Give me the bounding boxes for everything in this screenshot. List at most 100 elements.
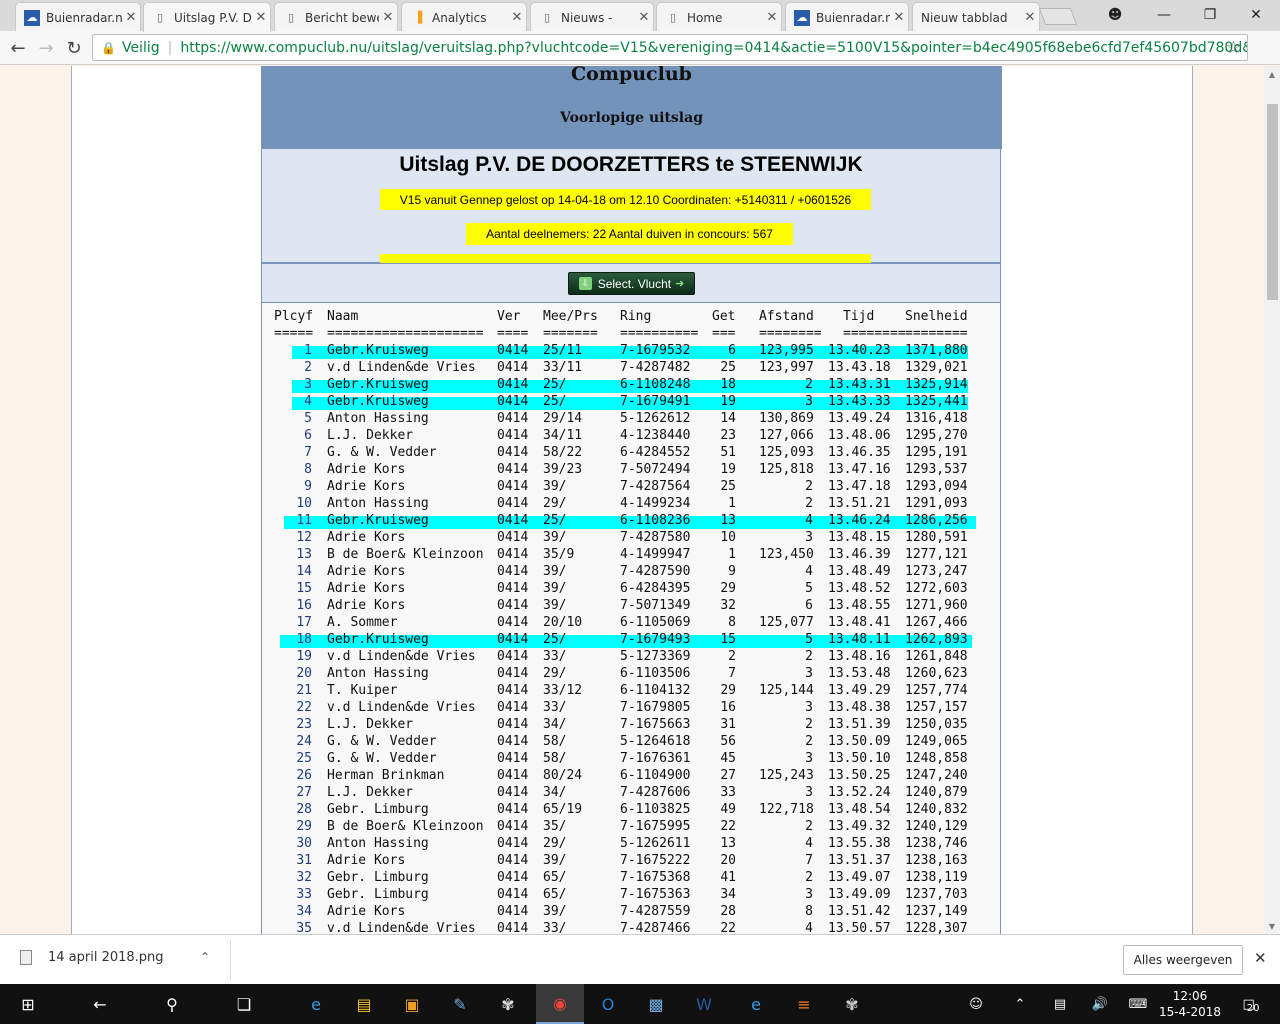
cell-get: 9	[728, 564, 736, 579]
app-sc-icon[interactable]: ▩	[632, 984, 680, 1024]
vertical-scrollbar[interactable]: ▲ ▼	[1264, 66, 1280, 934]
clock-time: 12:06	[1172, 989, 1208, 1003]
table-row: 23 L.J. Dekker 0414 34/7-1675663 31 2 13.51.39…	[262, 717, 1002, 734]
tab-5[interactable]: ▯ Nieuws - ✕	[530, 2, 654, 32]
cell-snelheid: 1273,247	[905, 564, 968, 579]
cell-afstand: 2	[805, 870, 813, 885]
close-tab-icon[interactable]: ✕	[379, 10, 397, 25]
cell-get: 49	[720, 802, 736, 817]
cell-snelheid: 1271,960	[905, 598, 968, 613]
close-tab-icon[interactable]: ✕	[635, 10, 653, 25]
cell-ver: 0414	[497, 683, 529, 698]
word-icon[interactable]: W	[680, 984, 728, 1024]
cell-tijd: 13.49.07	[828, 870, 891, 885]
forward-button[interactable]: →	[32, 34, 60, 62]
keyboard-icon[interactable]: ⌨	[1124, 984, 1152, 1024]
download-item[interactable]: 14 april 2018.png	[20, 950, 164, 965]
cell-get: 29	[720, 683, 736, 698]
task-view-icon[interactable]: ❏	[220, 984, 268, 1024]
tab-8[interactable]: Nieuw tabblad ✕	[912, 2, 1040, 32]
page-viewport: Compuclub Voorlopige uitslag Uitslag P.V…	[0, 66, 1264, 934]
close-tab-icon[interactable]: ✕	[252, 10, 270, 25]
cell-tijd: 13.51.37	[828, 853, 891, 868]
outlook-icon[interactable]: O	[584, 984, 632, 1024]
document-icon: ▯	[669, 11, 677, 24]
close-tab-icon[interactable]: ✕	[508, 10, 526, 25]
show-all-downloads-button[interactable]: Alles weergeven	[1123, 945, 1243, 975]
notifications-icon[interactable]: □ 20	[1236, 984, 1266, 1024]
tab-6[interactable]: ▯ Home ✕	[656, 2, 782, 32]
cell-naam: Adrie Kors	[327, 564, 406, 579]
back-task-icon[interactable]: ←	[76, 984, 124, 1024]
cell-snelheid: 1238,119	[905, 870, 968, 885]
chevron-up-icon[interactable]: ⌃	[200, 950, 210, 964]
tab-3[interactable]: ▯ Bericht bewe ✕	[274, 2, 398, 32]
bookmark-star-icon[interactable]: ☆	[1226, 38, 1241, 58]
cell-p: 34	[296, 904, 312, 919]
chevron-up-tray-icon[interactable]: ⌃	[1008, 984, 1032, 1024]
internet-explorer-icon[interactable]: e	[732, 984, 780, 1024]
clock[interactable]: 12:06 15-4-2018	[1158, 988, 1222, 1020]
close-tab-icon[interactable]: ✕	[890, 10, 908, 25]
cell-naam: Gebr.Kruisweg	[327, 394, 429, 409]
minimize-button[interactable]: —	[1141, 0, 1187, 30]
tab-title: Buienradar.nl	[46, 10, 122, 25]
cell-tijd: 13.50.09	[828, 734, 891, 749]
file-explorer-icon[interactable]: ▤	[340, 984, 388, 1024]
tab-2[interactable]: ▯ Uitslag P.V. D ✕	[143, 2, 271, 32]
cell-ver: 0414	[497, 564, 529, 579]
cell-get: 56	[720, 734, 736, 749]
tab-7[interactable]: ☁ Buienradar.nl ✕	[785, 2, 909, 32]
scrollbar-thumb[interactable]	[1267, 104, 1278, 300]
chrome-icon[interactable]: ◉	[536, 984, 584, 1024]
cell-get: 32	[720, 598, 736, 613]
paint-icon[interactable]: ✾	[484, 984, 532, 1024]
cell-get: 13	[720, 513, 736, 528]
close-tab-icon[interactable]: ✕	[763, 10, 781, 25]
close-downloads-icon[interactable]: ✕	[1254, 949, 1267, 967]
cell-tijd: 13.48.15	[828, 530, 891, 545]
app-paint-icon[interactable]: ✾	[828, 984, 876, 1024]
cell-p: 4	[304, 394, 312, 409]
cell-get: 41	[720, 870, 736, 885]
cell-ver: 0414	[497, 819, 529, 834]
close-tab-icon[interactable]: ✕	[122, 10, 140, 25]
tab-4[interactable]: ▐ Analytics ✕	[401, 2, 527, 32]
cell-ver: 0414	[497, 411, 529, 426]
cell-snelheid: 1238,746	[905, 836, 968, 851]
url-text[interactable]: https://www.compuclub.nu/uitslag/veruits…	[180, 40, 1247, 56]
volume-icon[interactable]: 🔊	[1088, 984, 1112, 1024]
reload-button[interactable]: ↻	[60, 34, 88, 62]
edge-icon[interactable]: e	[292, 984, 340, 1024]
select-flight-button[interactable]: ⇩ Select. Vlucht ➜	[568, 272, 695, 295]
back-button[interactable]: ←	[4, 34, 32, 62]
notification-count: 20	[1246, 1002, 1260, 1014]
cell-p: 22	[296, 700, 312, 715]
app-orange-icon[interactable]: ≡	[780, 984, 828, 1024]
header-underline: ===	[712, 326, 736, 341]
cell-naam: v.d Linden&de Vries	[327, 360, 476, 375]
snipping-tool-icon[interactable]: ✎	[436, 984, 484, 1024]
close-tab-icon[interactable]: ✕	[1021, 10, 1039, 25]
search-icon[interactable]: ⚲	[148, 984, 196, 1024]
new-tab-button[interactable]	[1038, 8, 1078, 25]
people-icon[interactable]: ☺	[964, 984, 988, 1024]
store-icon[interactable]: ▣	[388, 984, 436, 1024]
address-bar[interactable]: 🔒 Veilig | https://www.compuclub.nu/uits…	[92, 34, 1248, 61]
table-row: 26 Herman Brinkman 0414 80/24 6-1104900 27 125…	[262, 768, 1002, 785]
table-row: 13 B de Boer& Kleinzoon 0414 35/9 4-1499947 1…	[262, 547, 1002, 564]
cell-ring: 5-1273369	[620, 649, 691, 664]
cell-naam: Anton Hassing	[327, 411, 429, 426]
maximize-button[interactable]: ❐	[1187, 0, 1233, 30]
tab-1[interactable]: ☁ Buienradar.nl ✕	[15, 2, 141, 32]
network-icon[interactable]: ▤	[1048, 984, 1072, 1024]
close-window-button[interactable]: ✕	[1233, 0, 1279, 30]
profile-icon[interactable]: ☻	[1092, 0, 1138, 30]
cell-tijd: 13.46.24	[828, 513, 891, 528]
cell-get: 29	[720, 581, 736, 596]
windows-start-icon[interactable]: ⊞	[4, 984, 52, 1024]
flight-info-banner: V15 vanuit Gennep gelost op 14-04-18 om …	[380, 189, 871, 210]
scroll-up-arrow[interactable]: ▲	[1264, 66, 1280, 82]
cell-tijd: 13.48.38	[828, 700, 891, 715]
scroll-down-arrow[interactable]: ▼	[1264, 918, 1280, 934]
